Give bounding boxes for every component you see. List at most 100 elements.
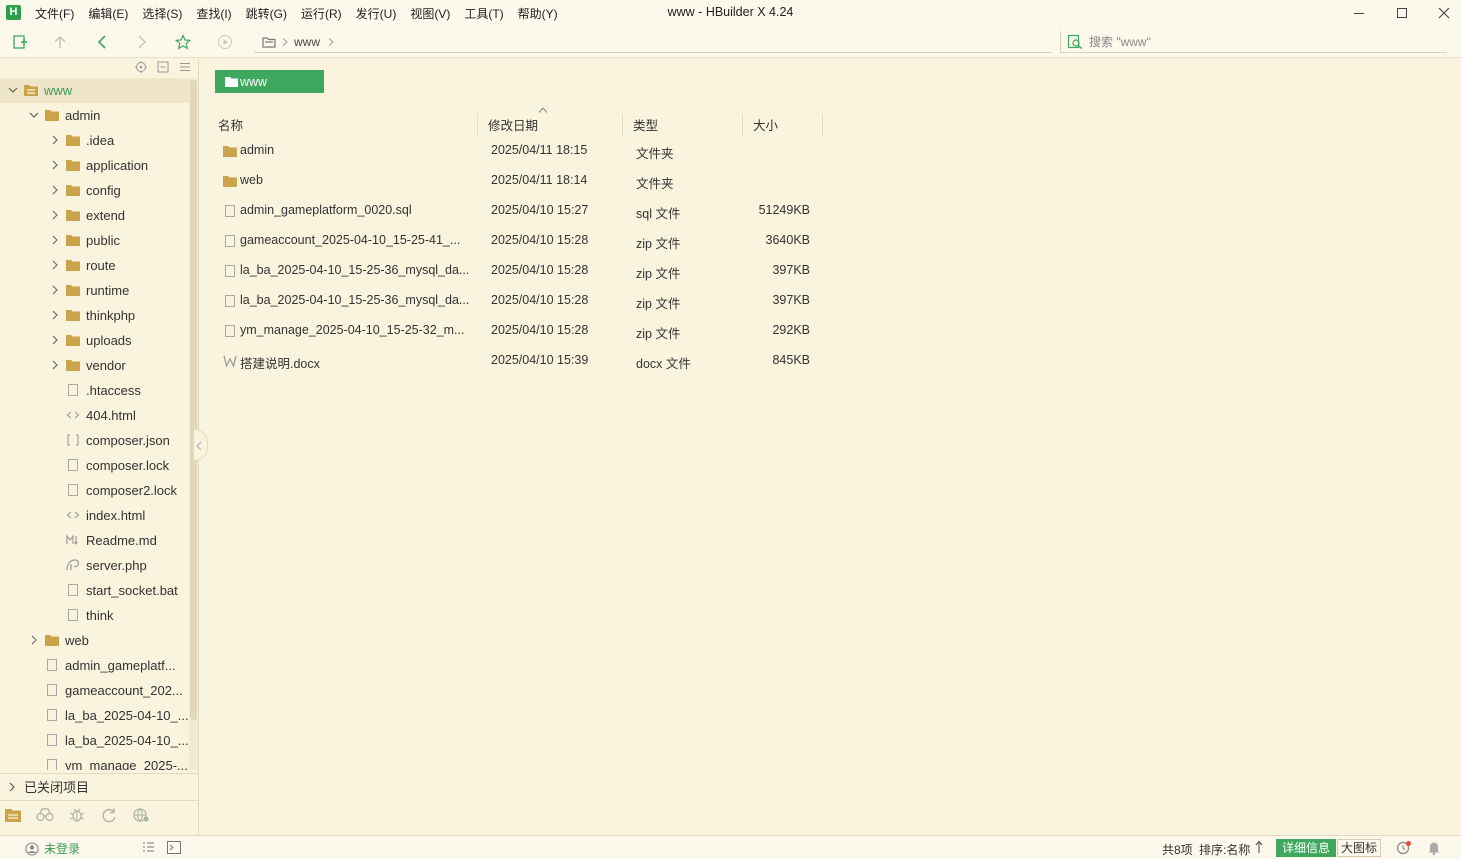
file-row[interactable]: web 2025/04/11 18:14 文件夹 <box>218 166 858 196</box>
file-row[interactable]: la_ba_2025-04-10_15-25-36_mysql_da... 202… <box>218 256 858 286</box>
bug-icon[interactable] <box>68 807 86 823</box>
file-row[interactable]: gameaccount_2025-04-10_15-25-41_... 2025/… <box>218 226 858 256</box>
menu-item[interactable]: 选择(S) <box>142 5 182 22</box>
file-row[interactable]: ym_manage_2025-04-10_15-25-32_m... 2025/0… <box>218 316 858 346</box>
file-row[interactable]: la_ba_2025-04-10_15-25-36_mysql_da... 202… <box>218 286 858 316</box>
tree-item[interactable]: admin_gameplatf... <box>0 653 189 678</box>
view-large-icons-button[interactable]: 大图标 <box>1337 839 1381 857</box>
tree-item[interactable]: route <box>0 253 189 278</box>
refresh-icon[interactable] <box>100 807 118 823</box>
menu-item[interactable]: 发行(U) <box>356 5 397 22</box>
tree-item[interactable]: composer2.lock <box>0 478 189 503</box>
collapse-all-icon[interactable] <box>157 61 171 75</box>
folder-icon <box>66 159 80 171</box>
new-file-button[interactable] <box>10 32 30 52</box>
chevron-right-icon[interactable] <box>50 160 60 170</box>
tree-item[interactable]: www <box>0 78 189 103</box>
menu-icon[interactable] <box>179 61 193 75</box>
run-button[interactable] <box>215 32 235 52</box>
back-button[interactable] <box>92 32 112 52</box>
sort-arrow-up-icon[interactable] <box>1255 840 1263 854</box>
terminal-icon[interactable] <box>167 841 181 854</box>
tree-item[interactable]: composer.lock <box>0 453 189 478</box>
chevron-right-icon[interactable] <box>50 235 60 245</box>
tree-item[interactable]: extend <box>0 203 189 228</box>
column-header-date[interactable]: 修改日期 <box>485 114 623 136</box>
file-icon <box>45 709 59 721</box>
project-tab-icon[interactable] <box>4 807 22 823</box>
globe-icon[interactable] <box>132 807 150 823</box>
tree-item[interactable]: vendor <box>0 353 189 378</box>
chevron-right-icon[interactable] <box>50 185 60 195</box>
chevron-right-icon[interactable] <box>29 635 39 645</box>
tree-item[interactable]: web <box>0 628 189 653</box>
tree-item[interactable]: thinkphp <box>0 303 189 328</box>
chevron-down-icon[interactable] <box>29 110 39 120</box>
bell-icon[interactable] <box>1427 840 1441 855</box>
view-detail-button[interactable]: 详细信息 <box>1276 839 1336 857</box>
chevron-right-icon[interactable] <box>50 260 60 270</box>
tree-item[interactable]: .htaccess <box>0 378 189 403</box>
file-row[interactable]: 搭建说明.docx 2025/04/10 15:39 docx 文件 845KB <box>218 346 858 376</box>
menu-item[interactable]: 运行(R) <box>301 5 342 22</box>
tree-item[interactable]: composer.json <box>0 428 189 453</box>
tree-item[interactable]: Readme.md <box>0 528 189 553</box>
breadcrumb-item-www[interactable]: www <box>294 35 320 49</box>
play-icon <box>217 34 233 50</box>
forward-button[interactable] <box>132 32 152 52</box>
locate-icon[interactable] <box>135 61 149 75</box>
up-button[interactable] <box>50 32 70 52</box>
chevron-right-icon[interactable] <box>50 335 60 345</box>
chevron-right-icon[interactable] <box>50 210 60 220</box>
file-type: zip 文件 <box>636 327 681 341</box>
menu-item[interactable]: 跳转(G) <box>246 5 287 22</box>
tree-item[interactable]: think <box>0 603 189 628</box>
chevron-right-icon[interactable] <box>50 360 60 370</box>
chevron-right-icon[interactable] <box>50 285 60 295</box>
menu-item[interactable]: 编辑(E) <box>88 5 128 22</box>
chevron-down-icon[interactable] <box>8 85 18 95</box>
tree-item[interactable]: gameaccount_202... <box>0 678 189 703</box>
binoculars-icon[interactable] <box>36 807 54 823</box>
menu-item[interactable]: 工具(T) <box>464 5 503 22</box>
tree-item[interactable]: ym_manage_2025-... <box>0 753 189 770</box>
tree-item[interactable]: 404.html <box>0 403 189 428</box>
current-folder-chip[interactable]: www <box>215 70 324 93</box>
chevron-right-icon[interactable] <box>50 135 60 145</box>
column-header-size[interactable]: 大小 <box>750 114 823 136</box>
tree-item[interactable]: index.html <box>0 503 189 528</box>
update-icon[interactable] <box>1396 840 1412 856</box>
tree-scrollbar[interactable] <box>189 78 198 770</box>
tree-item[interactable]: start_socket.bat <box>0 578 189 603</box>
tree-item[interactable]: .idea <box>0 128 189 153</box>
closed-projects-section[interactable]: 已关闭项目 <box>0 773 199 798</box>
chevron-right-icon[interactable] <box>50 310 60 320</box>
column-header-type[interactable]: 类型 <box>630 114 743 136</box>
menu-item[interactable]: 视图(V) <box>410 5 450 22</box>
minimize-button[interactable] <box>1338 0 1380 26</box>
tree-item[interactable]: uploads <box>0 328 189 353</box>
tree-item[interactable]: runtime <box>0 278 189 303</box>
file-row[interactable]: admin_gameplatform_0020.sql 2025/04/10 15… <box>218 196 858 226</box>
sort-mode[interactable]: 排序:名称 <box>1199 841 1250 858</box>
search-input[interactable]: 搜索 "www" <box>1060 31 1447 53</box>
tree-item[interactable]: la_ba_2025-04-10_... <box>0 728 189 753</box>
file-row[interactable]: admin 2025/04/11 18:15 文件夹 <box>218 136 858 166</box>
tree-item[interactable]: la_ba_2025-04-10_... <box>0 703 189 728</box>
menu-item[interactable]: 帮助(Y) <box>518 5 558 22</box>
tree-item[interactable]: config <box>0 178 189 203</box>
tree-item[interactable]: application <box>0 153 189 178</box>
menu-item[interactable]: 查找(I) <box>196 5 231 22</box>
login-status[interactable]: 未登录 <box>25 840 80 857</box>
outline-icon[interactable] <box>142 841 155 854</box>
tree-item[interactable]: admin <box>0 103 189 128</box>
tree-item[interactable]: server.php <box>0 553 189 578</box>
column-header-name[interactable]: 名称 <box>215 114 478 136</box>
favorite-button[interactable] <box>173 32 193 52</box>
maximize-button[interactable] <box>1381 0 1423 26</box>
tree-scrollbar-thumb[interactable] <box>190 80 197 720</box>
menu-item[interactable]: 文件(F) <box>35 5 74 22</box>
column-type-label: 类型 <box>633 119 659 133</box>
tree-item[interactable]: public <box>0 228 189 253</box>
close-button[interactable] <box>1423 0 1461 26</box>
